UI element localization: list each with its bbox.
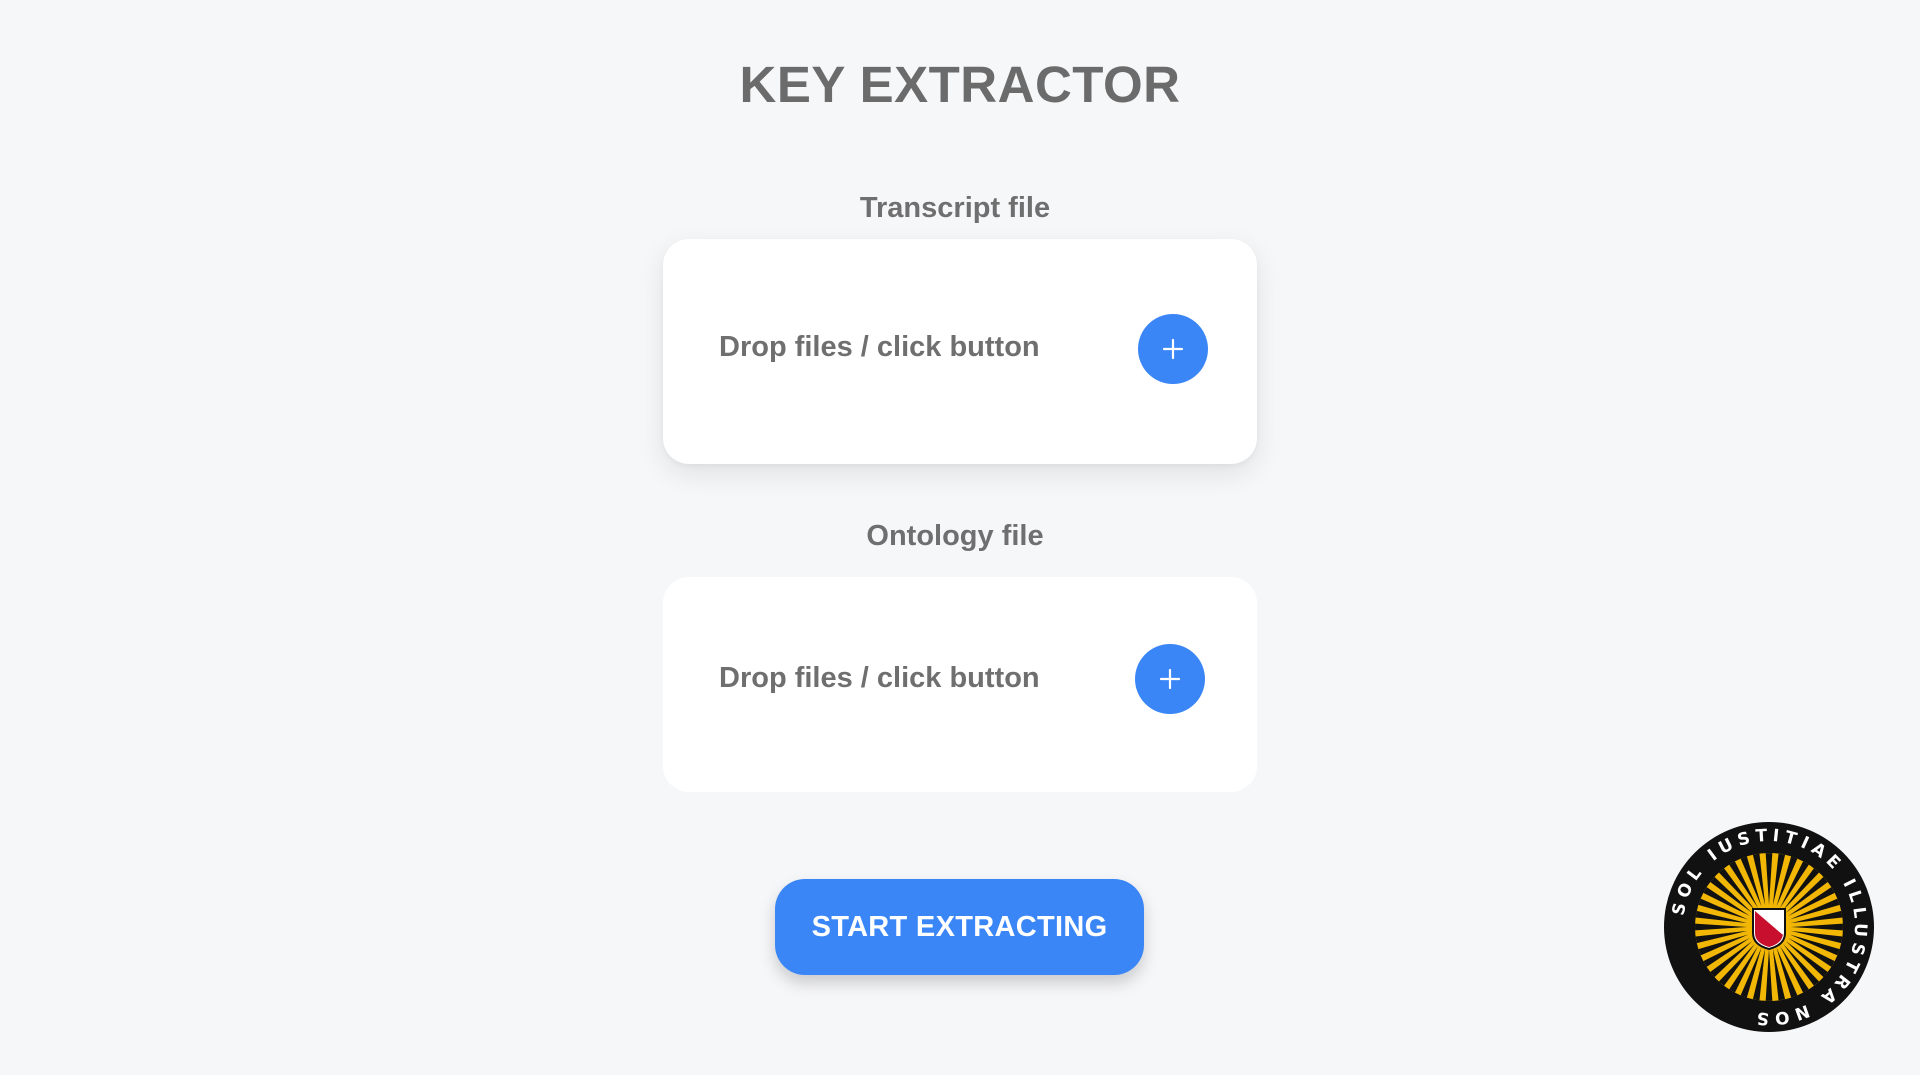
ontology-add-button[interactable] xyxy=(1135,644,1205,714)
start-extracting-button[interactable]: START EXTRACTING xyxy=(775,879,1144,975)
ontology-drop-text: Drop files / click button xyxy=(719,662,1040,694)
transcript-add-button[interactable] xyxy=(1138,314,1208,384)
plus-icon xyxy=(1162,338,1184,360)
key-extractor-page: KEY EXTRACTOR Transcript file Drop files… xyxy=(0,0,1920,1075)
page-title: KEY EXTRACTOR xyxy=(739,56,1181,113)
ontology-dropzone[interactable]: Drop files / click button xyxy=(663,577,1257,792)
shield-icon xyxy=(1752,908,1786,951)
ontology-file-label: Ontology file xyxy=(866,520,1044,552)
transcript-dropzone[interactable]: Drop files / click button xyxy=(663,239,1257,464)
university-seal-logo: SOL IUSTITIAE ILLUSTRA NOS xyxy=(1664,822,1874,1032)
transcript-drop-text: Drop files / click button xyxy=(719,331,1040,363)
plus-icon xyxy=(1159,668,1181,690)
transcript-file-label: Transcript file xyxy=(859,192,1051,224)
